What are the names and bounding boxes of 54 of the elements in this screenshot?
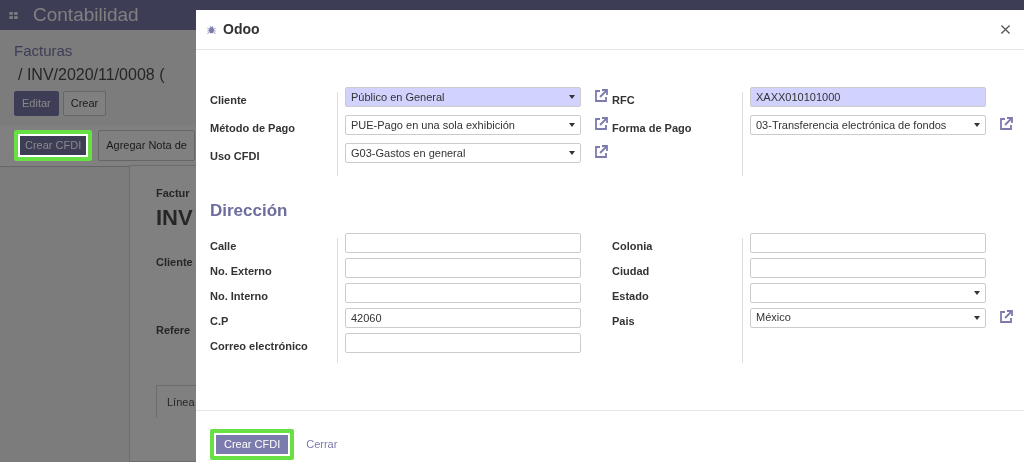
field-label: C.P xyxy=(210,313,230,329)
record-title: / INV/2020/11/0008 ( xyxy=(18,64,166,85)
apps-menu-icon[interactable] xyxy=(8,9,19,21)
input-field[interactable]: XAXX010101000 xyxy=(750,87,986,107)
close-icon[interactable] xyxy=(999,23,1012,36)
caret-icon xyxy=(569,151,575,155)
external-link-icon[interactable] xyxy=(593,144,609,160)
field-label: RFC xyxy=(612,93,636,108)
app-title: Contabilidad xyxy=(33,2,139,27)
action-button[interactable]: Crear xyxy=(62,90,107,116)
input-field[interactable] xyxy=(345,257,581,278)
field-label: Colonia xyxy=(612,238,654,254)
field-label: Uso CFDI xyxy=(210,149,261,164)
action-button[interactable]: Agregar Nota de xyxy=(98,129,195,161)
external-link-icon[interactable] xyxy=(998,116,1014,132)
select-field[interactable]: Público en General xyxy=(345,87,581,107)
field-label: Refere xyxy=(156,323,191,339)
field-label: Correo electrónico xyxy=(210,338,309,354)
external-link-icon[interactable] xyxy=(593,88,609,104)
dialog-title: Odoo xyxy=(223,20,260,39)
bug-icon xyxy=(206,24,217,35)
field-label: Cliente xyxy=(156,254,193,270)
input-field[interactable] xyxy=(345,332,581,353)
select-field[interactable]: México xyxy=(750,307,986,328)
select-field[interactable]: PUE-Pago en una sola exhibición xyxy=(345,115,581,135)
field-label: No. Externo xyxy=(210,263,273,279)
field-label: Ciudad xyxy=(612,263,651,279)
caret-icon xyxy=(569,123,575,127)
input-field[interactable] xyxy=(345,232,581,253)
caret-icon xyxy=(974,315,980,320)
document-name: INV xyxy=(156,205,193,230)
input-field[interactable] xyxy=(750,257,986,278)
field-label: Estado xyxy=(612,288,650,304)
field-label: Método de Pago xyxy=(210,121,296,136)
caret-icon xyxy=(974,290,980,295)
caret-icon xyxy=(569,95,575,99)
select-field[interactable] xyxy=(750,282,986,303)
field-label: Cliente xyxy=(210,93,248,108)
field-label: Calle xyxy=(210,238,238,254)
external-link-icon[interactable] xyxy=(998,308,1014,325)
section-title: Dirección xyxy=(210,200,289,222)
input-field[interactable] xyxy=(345,282,581,303)
field-label: No. Interno xyxy=(210,288,270,304)
close-link[interactable]: Cerrar xyxy=(306,436,338,453)
select-field[interactable]: 03-Transferencia electrónica de fondos xyxy=(750,115,986,135)
caret-icon xyxy=(974,123,980,127)
input-field[interactable] xyxy=(750,232,986,253)
field-label: Pais xyxy=(612,313,636,329)
action-button[interactable]: Crear CFDI xyxy=(210,429,295,460)
input-field[interactable]: 42060 xyxy=(345,307,581,328)
select-field[interactable]: G03-Gastos en general xyxy=(345,143,581,163)
document-type: Factur xyxy=(156,186,190,201)
external-link-icon[interactable] xyxy=(593,116,609,132)
field-label: Forma de Pago xyxy=(612,121,693,136)
